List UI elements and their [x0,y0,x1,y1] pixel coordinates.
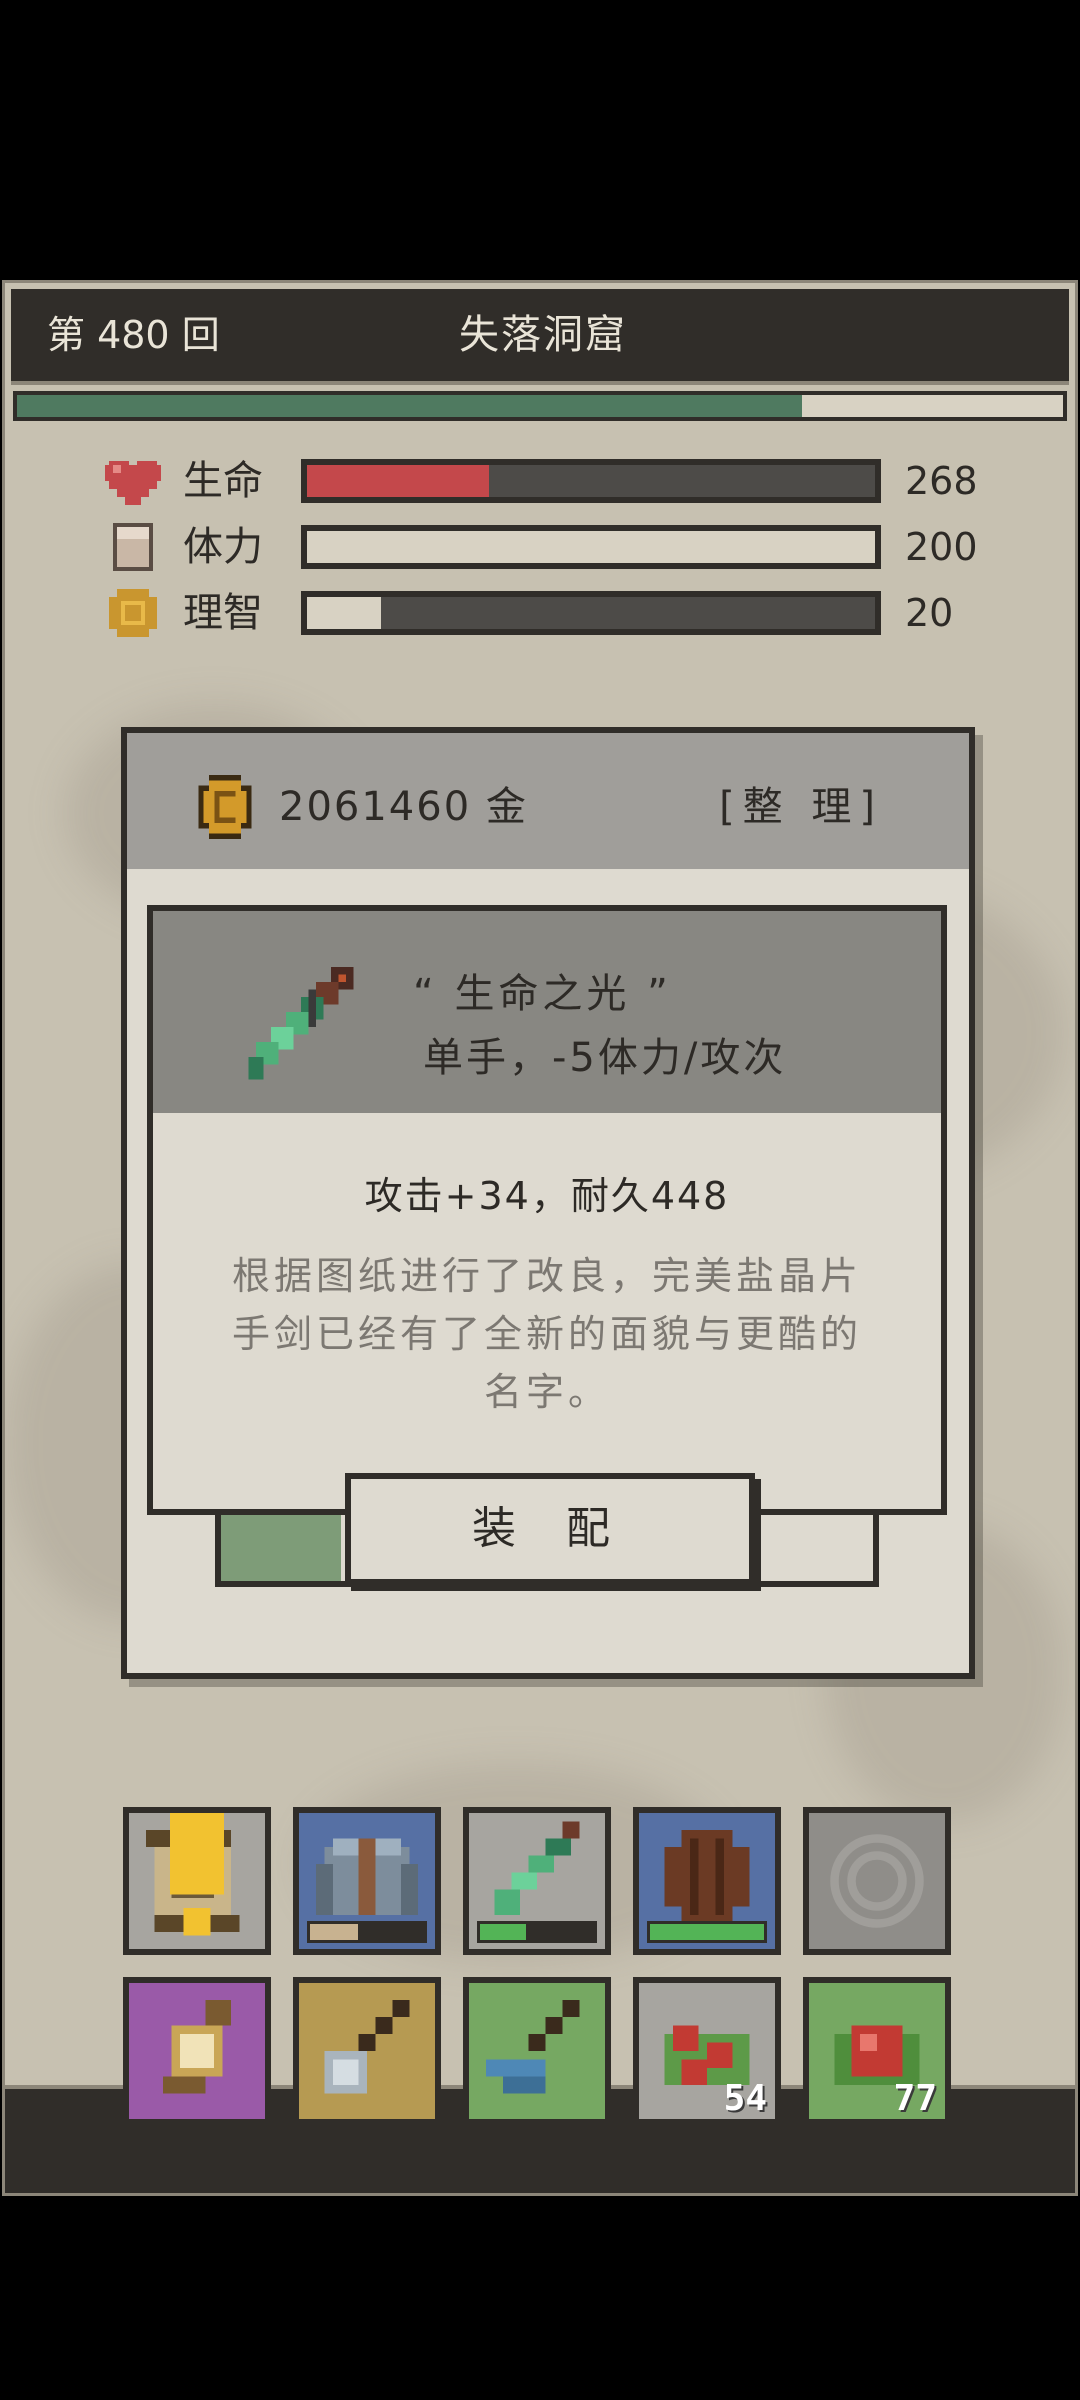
stat-row-stamina: 体力 200 [105,521,1005,573]
slot-berries[interactable]: 54 [633,1977,781,2125]
slot-shield[interactable] [633,1807,781,1955]
game-frame: 第 480 回 失落洞窟 生命 268 体力 200 理智 20 2061460… [2,280,1078,2196]
slot-axe[interactable] [293,1977,441,2125]
location-title: 失落洞窟 [459,312,627,358]
slot-empty[interactable] [803,1807,951,1955]
sanity-icon [109,589,157,637]
item-count: 77 [893,2078,937,2119]
stat-value: 268 [905,459,978,503]
armor-durability-bar [307,1921,427,1943]
alert-icon [169,1813,225,1936]
stat-label: 生命 [183,458,263,504]
stat-value: 20 [905,591,954,635]
item-name: “ 生命之光 ” [413,971,672,1017]
item-type: 单手，-5体力/攻次 [423,1035,787,1081]
stat-row-sanity: 理智 20 [105,587,1005,639]
shield-durability-bar [647,1921,767,1943]
shop-panel: 2061460 金 [整 理] “ 生命之光 ” 单手，-5体力/攻次 攻击+3… [121,727,975,1679]
top-bar: 第 480 回 失落洞窟 [11,289,1069,385]
stamina-icon [113,523,153,571]
stat-label: 体力 [183,524,263,570]
heart-icon [105,461,161,505]
stacked-item-icon [221,1505,341,1581]
item-count: 54 [723,2078,767,2119]
slot-lantern[interactable] [123,1977,271,2125]
item-stats: 攻击+34，耐久448 [364,1174,730,1218]
item-description: 根据图纸进行了改良，完美盐晶片手剑已经有了全新的面貌与更酷的名字。 [231,1254,862,1414]
slot-sword[interactable] [463,1807,611,1955]
equip-button[interactable]: 装 配 [345,1473,755,1585]
round-counter: 第 480 回 [47,313,220,357]
sword-icon [248,967,354,1080]
sword-durability-bar [477,1921,597,1943]
lantern-icon [163,2000,231,2094]
item-detail-card: “ 生命之光 ” 单手，-5体力/攻次 攻击+34，耐久448 根据图纸进行了改… [147,905,947,1515]
stat-row-health: 生命 268 [105,455,1005,507]
exploration-progress-fill [17,395,802,417]
item-header: “ 生命之光 ” 单手，-5体力/攻次 [153,911,941,1113]
stat-label: 理智 [183,590,263,636]
slot-scroll[interactable] [123,1807,271,1955]
shop-header: 2061460 金 [整 理] [127,733,969,869]
sanity-bar [301,591,881,635]
slot-pickaxe[interactable] [463,1977,611,2125]
empty-ring-icon [830,1834,924,1928]
axe-icon [324,2000,410,2094]
exploration-progress-bar [13,391,1067,421]
stat-value: 200 [905,525,978,569]
pickaxe-icon [486,2000,580,2094]
sort-button[interactable]: [整 理] [719,733,883,881]
gold-amount: 2061460 金 [279,784,528,830]
slot-apple[interactable]: 77 [803,1977,951,2125]
health-bar [301,459,881,503]
slot-armor[interactable] [293,1807,441,1955]
gold-coin-icon [198,775,252,839]
stamina-bar [301,525,881,569]
